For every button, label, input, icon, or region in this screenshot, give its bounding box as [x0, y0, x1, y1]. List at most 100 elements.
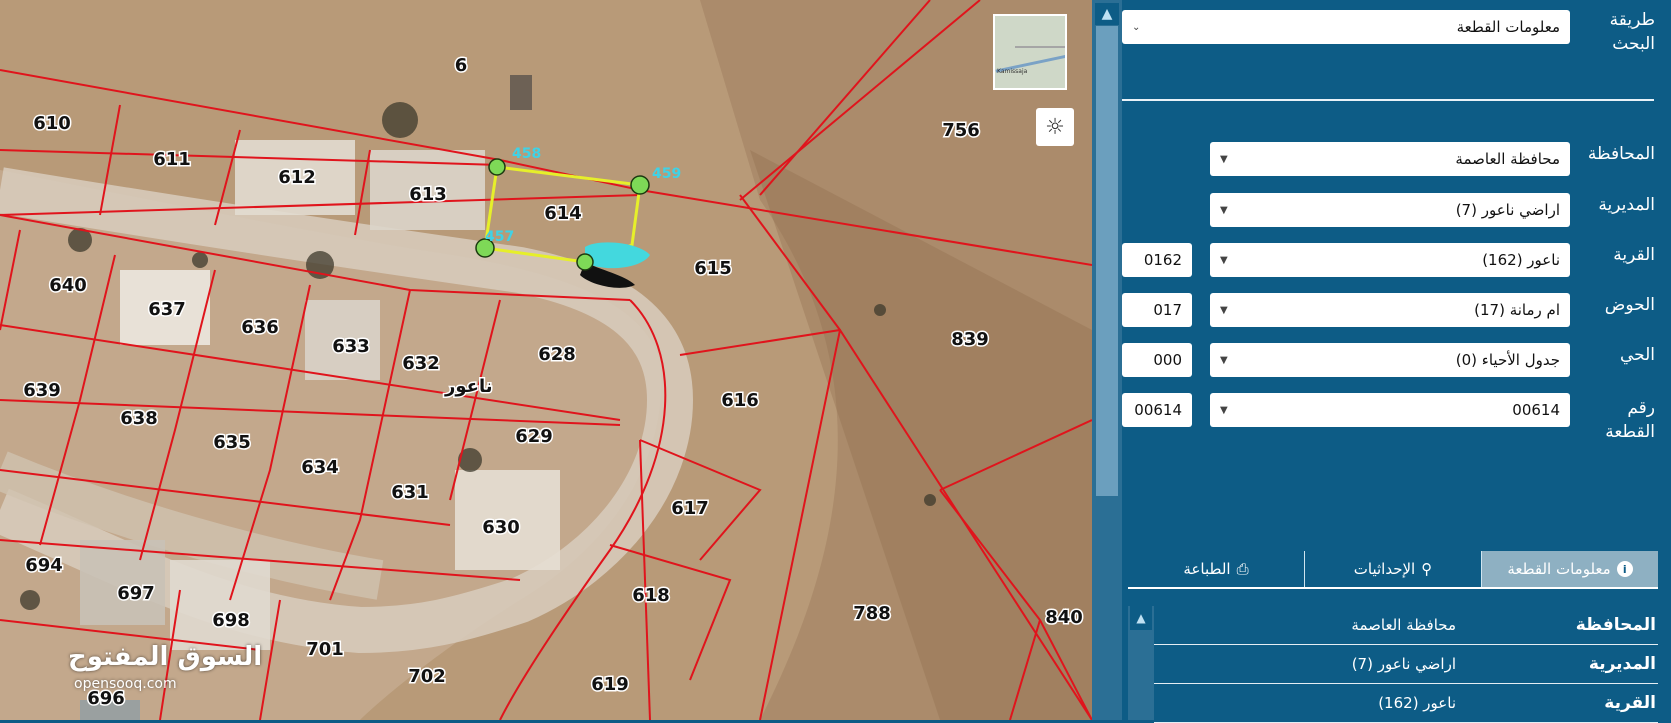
minimap-caption: Kamissaja [997, 68, 1028, 75]
scrollbar-thumb[interactable] [1096, 26, 1118, 496]
caret-down-icon: ▼ [1220, 204, 1228, 216]
parcel-number-label: 617 [671, 498, 709, 519]
parcel-number-label: 612 [278, 167, 316, 188]
parcel-number-code-input[interactable]: 00614 [1122, 393, 1192, 427]
caret-down-icon: ▼ [1220, 254, 1228, 266]
parcel-number-label: 637 [148, 299, 186, 320]
info-value: ناعور (162) [1378, 694, 1456, 712]
table-row: المحافظة محافظة العاصمة [1154, 606, 1658, 645]
basin-value: ام رمانة (17) [1474, 301, 1560, 319]
neighborhood-select[interactable]: جدول الأحياء (0) ▼ [1210, 343, 1570, 377]
tab-parcel-info[interactable]: i معلومات القطعة [1481, 551, 1658, 587]
village-code-input[interactable]: 0162 [1122, 243, 1192, 277]
area-name-label: ناعور [444, 376, 492, 397]
parcel-number-label: 840 [1045, 607, 1083, 628]
parcel-number-select[interactable]: 00614 ▼ [1210, 393, 1570, 427]
chevron-up-icon[interactable]: ▲ [1130, 606, 1152, 630]
caret-down-icon: ▼ [1220, 354, 1228, 366]
divider [1122, 99, 1654, 101]
caret-down-icon: ▼ [1220, 153, 1228, 165]
parcel-number-label: 6 [455, 55, 468, 76]
search-panel: طريقة البحث معلومات القطعة ⌄ المحافظة مح… [1122, 0, 1671, 723]
parcel-number-label: 619 [591, 674, 629, 695]
chevron-up-icon[interactable]: ▲ [1095, 3, 1119, 25]
parcel-number-label: 698 [212, 610, 250, 631]
directorate-label: المديرية [1598, 195, 1655, 215]
parcel-number-label: 631 [391, 482, 429, 503]
parcel-number-label: 694 [25, 555, 63, 576]
parcel-number-label: رقم القطعة [1605, 398, 1655, 442]
info-icon: i [1616, 561, 1633, 577]
info-tabs: i معلومات القطعة ⚲ الإحداثيات ⎙ الطباعة [1128, 551, 1658, 589]
parcel-number-label: 630 [482, 517, 520, 538]
tab-label: الإحداثيات [1353, 560, 1416, 578]
parcel-number-label: 633 [332, 336, 370, 357]
table-row: المديرية اراضي ناعور (7) [1154, 645, 1658, 684]
parcel-number-label: 639 [23, 380, 61, 401]
vertex-number-label: 457 [485, 229, 514, 245]
parcel-number-label: 839 [951, 329, 989, 350]
info-table: المحافظة محافظة العاصمة المديرية اراضي ن… [1154, 606, 1658, 723]
village-value: ناعور (162) [1482, 251, 1560, 269]
chevron-down-icon: ⌄ [1132, 21, 1141, 33]
parcel-number-label: 628 [538, 344, 576, 365]
parcel-number-value: 00614 [1512, 401, 1560, 419]
basin-code-input[interactable]: 017 [1122, 293, 1192, 327]
info-scrollbar[interactable]: ▲ [1128, 606, 1154, 720]
tab-label: الطباعة [1183, 560, 1231, 578]
map-scrollbar[interactable]: ▲ [1092, 0, 1122, 720]
parcel-number-label: 615 [694, 258, 732, 279]
basin-label: الحوض [1604, 295, 1655, 315]
info-key: المحافظة [1575, 615, 1656, 635]
info-key: المديرية [1588, 654, 1656, 674]
tab-coordinates[interactable]: ⚲ الإحداثيات [1304, 551, 1481, 587]
caret-down-icon: ▼ [1220, 304, 1228, 316]
brightness-icon[interactable]: ☼ [1036, 108, 1074, 146]
directorate-value: اراضي ناعور (7) [1455, 201, 1560, 219]
search-method-select[interactable]: معلومات القطعة ⌄ [1122, 10, 1570, 44]
parcel-number-label: 702 [408, 666, 446, 687]
parcel-number-label: 756 [942, 120, 980, 141]
neighborhood-value: جدول الأحياء (0) [1455, 351, 1560, 369]
parcel-number-label: 701 [306, 639, 344, 660]
parcel-number-label: 640 [49, 275, 87, 296]
minimap[interactable]: Kamissaja [993, 14, 1067, 90]
tab-label: معلومات القطعة [1507, 560, 1611, 578]
parcel-number-label: 638 [120, 408, 158, 429]
basin-select[interactable]: ام رمانة (17) ▼ [1210, 293, 1570, 327]
neighborhood-code-input[interactable]: 000 [1122, 343, 1192, 377]
printer-icon: ⎙ [1236, 560, 1249, 578]
parcel-number-label: 610 [33, 113, 71, 134]
directorate-select[interactable]: اراضي ناعور (7) ▼ [1210, 193, 1570, 227]
village-select[interactable]: ناعور (162) ▼ [1210, 243, 1570, 277]
map-view[interactable]: 458 459 457 610 611 612 613 614 615 616 617 618 619… [0, 0, 1092, 720]
neighborhood-label: الحي [1619, 345, 1655, 365]
governorate-select[interactable]: محافظة العاصمة ▼ [1210, 142, 1570, 176]
table-row: القرية ناعور (162) [1154, 684, 1658, 723]
parcel-number-label: 614 [544, 203, 582, 224]
tab-print[interactable]: ⎙ الطباعة [1128, 551, 1304, 587]
location-pin-icon: ⚲ [1421, 560, 1433, 578]
search-method-value: معلومات القطعة [1456, 18, 1560, 36]
parcel-number-label: 616 [721, 390, 759, 411]
parcel-number-label: 629 [515, 426, 553, 447]
caret-down-icon: ▼ [1220, 404, 1228, 416]
vertex-number-label: 459 [652, 166, 681, 182]
parcel-number-label: 636 [241, 317, 279, 338]
governorate-label: المحافظة [1587, 144, 1655, 164]
parcel-number-label: 697 [117, 583, 155, 604]
watermark-logo: السوق المفتوح [68, 642, 263, 672]
parcel-number-label: 635 [213, 432, 251, 453]
parcel-number-label: 611 [153, 149, 191, 170]
parcel-number-label: 613 [409, 184, 447, 205]
vertex-number-label: 458 [512, 146, 541, 162]
parcel-number-label: 788 [853, 603, 891, 624]
info-key: القرية [1604, 693, 1656, 713]
parcel-number-label: 632 [402, 353, 440, 374]
watermark-url: opensooq.com [74, 676, 177, 692]
village-label: القرية [1613, 245, 1655, 265]
search-method-label: طريقة البحث [1609, 10, 1655, 54]
parcel-number-label: 634 [301, 457, 339, 478]
satellite-map[interactable]: 458 459 457 610 611 612 613 614 615 616 617 618 619… [0, 0, 1092, 720]
governorate-value: محافظة العاصمة [1455, 150, 1560, 168]
